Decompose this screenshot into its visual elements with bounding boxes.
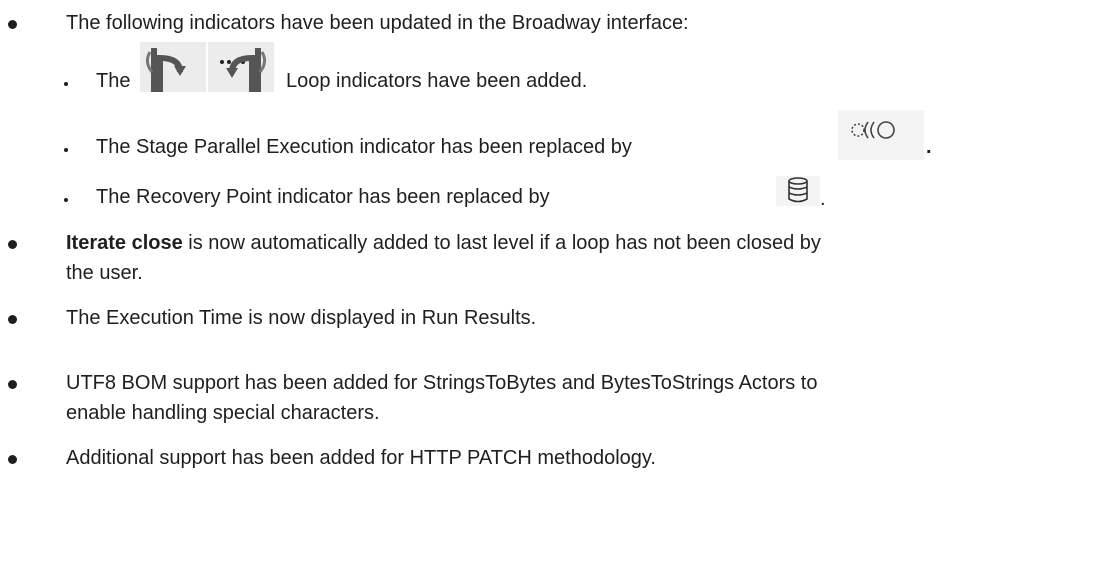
list-item-text: The following indicators have been updat…: [66, 12, 689, 34]
sub-bullet: [64, 148, 68, 152]
bullet: [8, 240, 17, 249]
list-item-iterate-close: Iterate close is now automatically added…: [66, 230, 821, 257]
database-icon: [776, 176, 820, 206]
list-item-text: Additional support has been added for HT…: [66, 447, 656, 469]
sub-item-prefix: The Stage Parallel Execution indicator h…: [96, 136, 632, 158]
parallel-execution-icon: [838, 110, 924, 160]
list-item-text: is now automatically added to last level…: [188, 232, 821, 254]
sub-bullet: [64, 198, 68, 202]
sub-bullet: [64, 82, 68, 86]
list-item-text-cont: enable handling special characters.: [66, 402, 380, 424]
list-item-text: The Execution Time is now displayed in R…: [66, 307, 537, 329]
sub-item-suffix: Loop indicators have been added.: [286, 70, 588, 92]
bullet: [8, 380, 17, 389]
sub-item-suffix: .: [820, 188, 826, 210]
sub-item-recovery-point: The Recovery Point indicator has been re…: [96, 184, 550, 211]
sub-item-loop: The: [96, 68, 130, 95]
list-item-text-cont: the user.: [66, 262, 143, 284]
bullet: [8, 20, 17, 29]
sub-item-suffix: .: [926, 136, 932, 158]
loop-indicators-icon: [140, 42, 274, 92]
sub-item-prefix: The: [96, 70, 131, 92]
bullet: [8, 455, 17, 464]
sub-item-parallel-execution: The Stage Parallel Execution indicator h…: [96, 134, 632, 161]
bullet: [8, 315, 17, 324]
bold-term: Iterate close: [66, 232, 183, 254]
list-item-text: UTF8 BOM support has been added for Stri…: [66, 372, 818, 394]
sub-item-prefix: The Recovery Point indicator has been re…: [96, 186, 550, 208]
